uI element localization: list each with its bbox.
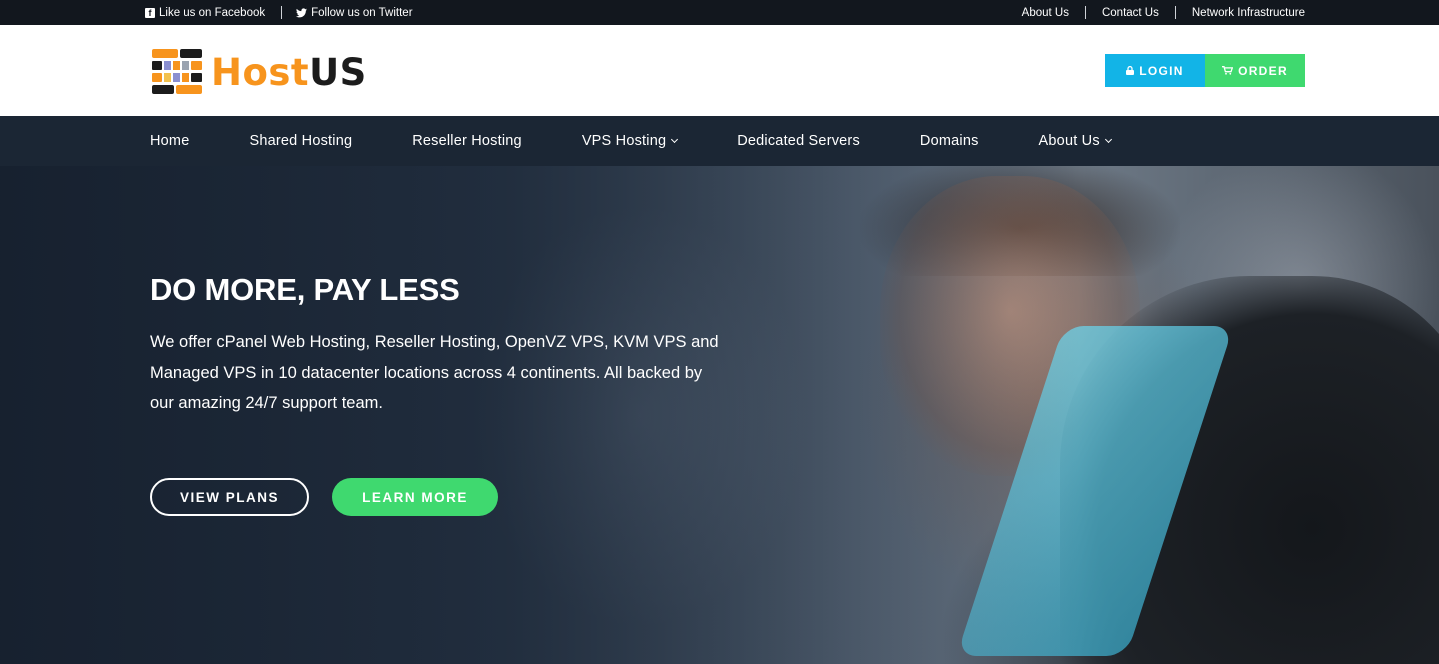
- divider: [281, 6, 283, 19]
- order-button-label: ORDER: [1238, 63, 1288, 78]
- nav-item-label: VPS Hosting: [581, 133, 667, 149]
- main-nav: Home Shared Hosting Reseller Hosting VPS…: [0, 116, 1439, 166]
- chevron-down-icon: [1104, 135, 1112, 144]
- top-link-network-infrastructure[interactable]: Network Infrastructure: [1192, 7, 1305, 19]
- nav-item-label: Dedicated Servers: [737, 133, 860, 149]
- hero-title: DO MORE, PAY LESS: [150, 272, 460, 307]
- logo-host-text: Host: [211, 50, 310, 94]
- nav-item-label: Reseller Hosting: [412, 133, 522, 149]
- nav-item-label: Shared Hosting: [249, 133, 353, 149]
- site-header: HostUS LOGIN ORDER: [0, 25, 1439, 116]
- cart-icon: [1222, 64, 1234, 78]
- facebook-link[interactable]: f Like us on Facebook: [145, 7, 265, 19]
- chevron-down-icon: [671, 135, 679, 144]
- header-buttons: LOGIN ORDER: [1105, 54, 1305, 87]
- view-plans-button[interactable]: VIEW PLANS: [150, 478, 309, 516]
- login-button-label: LOGIN: [1139, 63, 1184, 78]
- nav-item-label: Home: [150, 133, 190, 149]
- lock-icon: [1126, 64, 1135, 78]
- learn-more-button[interactable]: LEARN MORE: [332, 478, 498, 516]
- top-link-about-us[interactable]: About Us: [1022, 7, 1069, 19]
- logo-wordmark: HostUS: [211, 54, 367, 91]
- twitter-link-label: Follow us on Twitter: [311, 6, 413, 19]
- twitter-link[interactable]: Follow us on Twitter: [296, 6, 413, 19]
- top-bar: f Like us on Facebook Follow us on Twitt…: [0, 0, 1439, 25]
- facebook-icon: f: [145, 7, 155, 18]
- nav-item-dedicated-servers[interactable]: Dedicated Servers: [737, 133, 860, 149]
- login-button[interactable]: LOGIN: [1105, 54, 1205, 87]
- facebook-link-label: Like us on Facebook: [159, 6, 266, 19]
- nav-item-home[interactable]: Home: [150, 133, 189, 149]
- nav-item-label: Domains: [919, 133, 979, 149]
- nav-item-vps-hosting[interactable]: VPS Hosting: [581, 133, 679, 149]
- hero-description: We offer cPanel Web Hosting, Reseller Ho…: [150, 333, 719, 412]
- nav-item-shared-hosting[interactable]: Shared Hosting: [249, 133, 352, 149]
- order-button[interactable]: ORDER: [1205, 54, 1305, 87]
- top-links: About Us Contact Us Network Infrastructu…: [1022, 0, 1305, 25]
- divider: [1174, 6, 1176, 19]
- logo-mark-icon: [152, 49, 202, 94]
- top-link-contact-us[interactable]: Contact Us: [1102, 7, 1159, 19]
- logo-us-text: US: [309, 50, 367, 94]
- twitter-icon: [296, 7, 308, 18]
- nav-item-about-us[interactable]: About Us: [1038, 133, 1112, 149]
- hostus-logo[interactable]: HostUS: [149, 47, 367, 97]
- social-links: f Like us on Facebook Follow us on Twitt…: [145, 0, 413, 25]
- hero-banner: DO MORE, PAY LESS We offer cPanel Web Ho…: [0, 166, 1439, 664]
- nav-item-label: About Us: [1038, 133, 1100, 149]
- nav-item-reseller-hosting[interactable]: Reseller Hosting: [412, 133, 522, 149]
- hero-buttons: VIEW PLANS LEARN MORE: [150, 478, 498, 516]
- nav-item-domains[interactable]: Domains: [920, 133, 979, 149]
- divider: [1084, 6, 1086, 19]
